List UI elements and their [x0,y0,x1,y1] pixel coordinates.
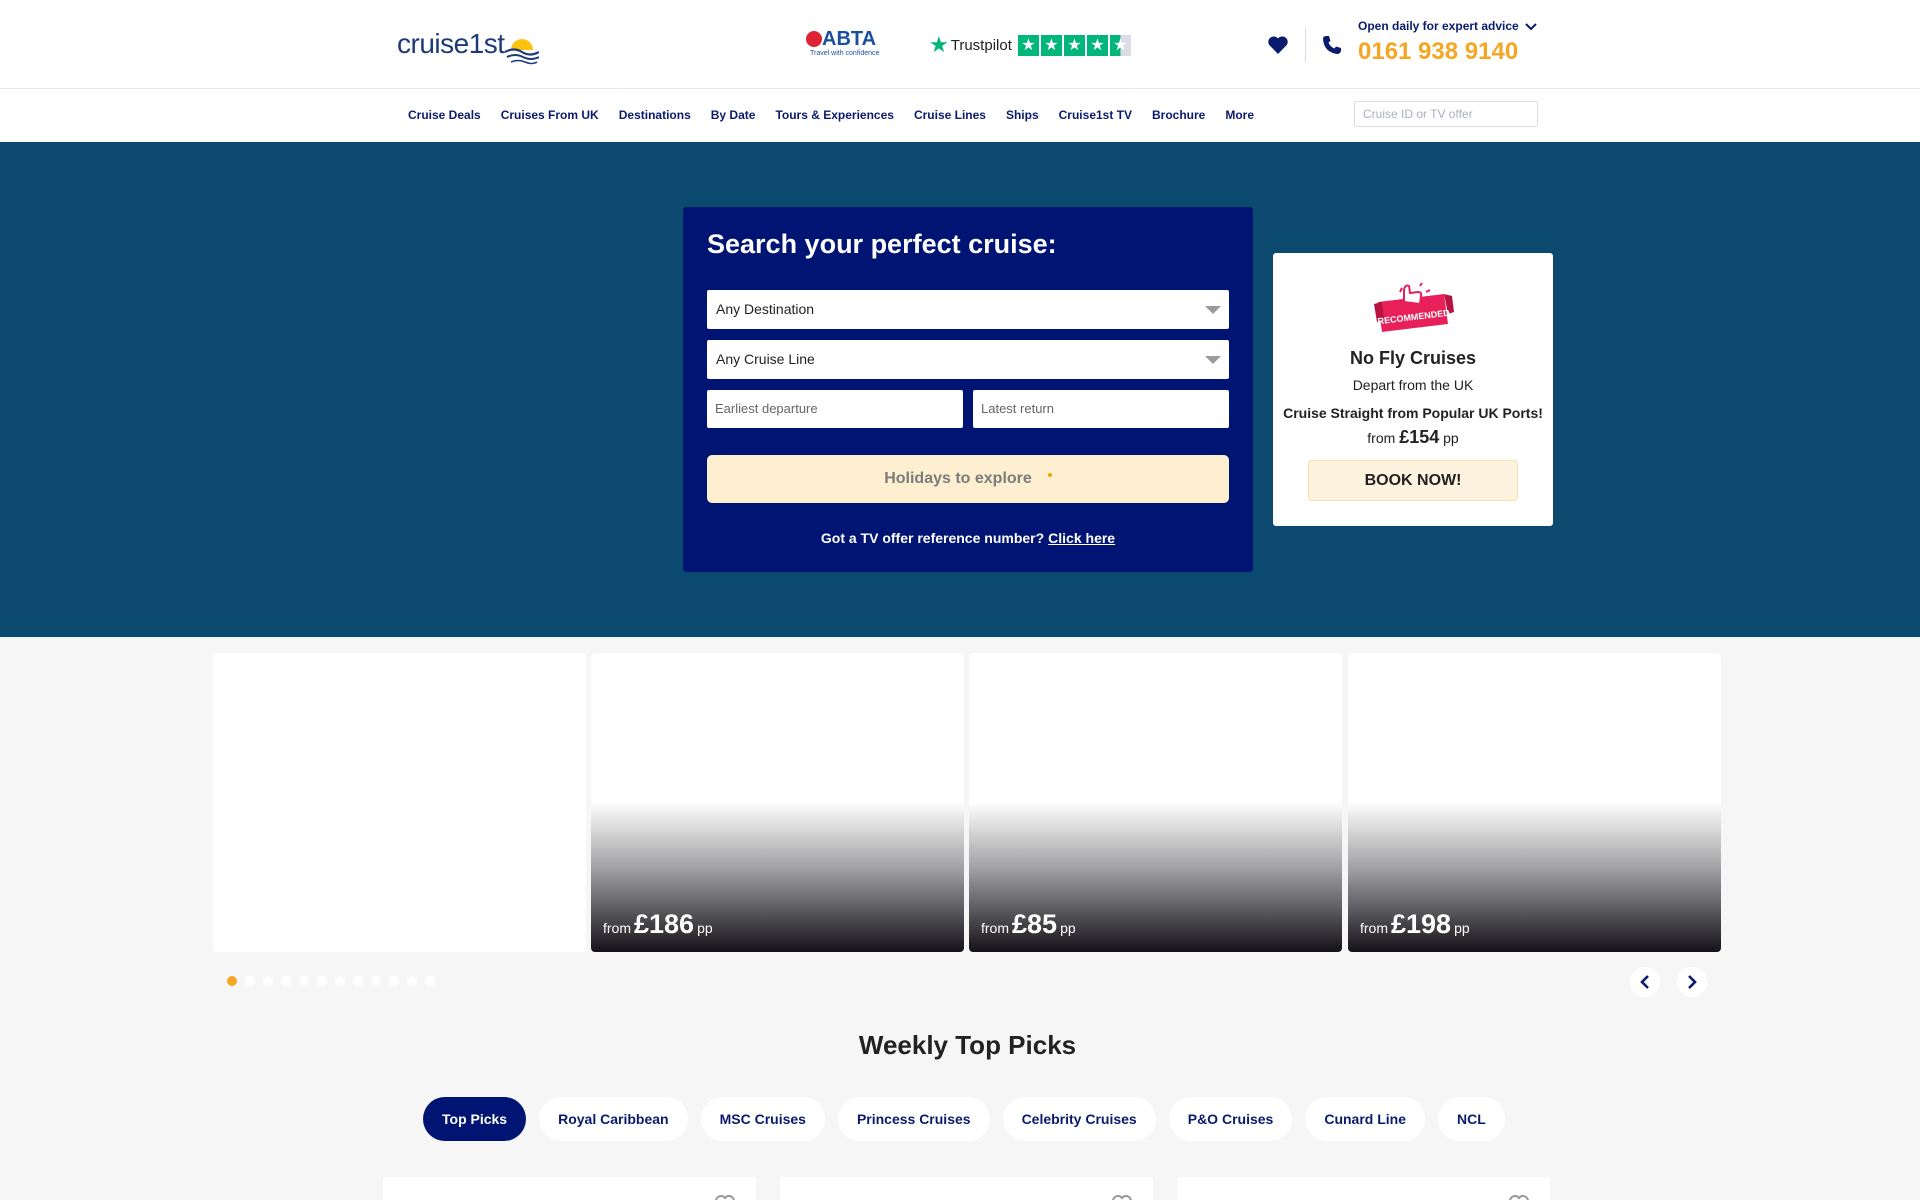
carousel-dot[interactable] [299,976,309,986]
cruise-id-search-input[interactable] [1354,101,1538,127]
sun-waves-icon [505,39,539,65]
nav-item-cruises-from-uk[interactable]: Cruises From UK [501,108,599,122]
star-icon: ★ [1040,34,1062,56]
phone-number[interactable]: 0161 938 9140 [1358,38,1518,66]
weekly-top-picks-title: Weekly Top Picks [858,1030,1077,1060]
deal-price: from £186 pp [603,909,713,939]
carousel-dot[interactable] [425,976,435,986]
star-icon: ★ [1017,34,1039,56]
nav-item-cruise1st-tv[interactable]: Cruise1st TV [1059,108,1132,122]
heart-outline-icon[interactable] [1508,1194,1530,1200]
recommended-badge-icon: RECOMMENDED [1374,282,1454,332]
caret-down-icon [1205,356,1221,364]
nav-item-tours-experiences[interactable]: Tours & Experiences [775,108,894,122]
deal-price: from £198 pp [1360,909,1470,939]
tab-cunard-line[interactable]: Cunard Line [1305,1097,1425,1141]
tab-celebrity-cruises[interactable]: Celebrity Cruises [1002,1097,1156,1141]
expert-advice-toggle[interactable]: Open daily for expert advice [1358,19,1538,33]
top-pick-card[interactable] [780,1177,1153,1200]
tab-top-picks[interactable]: Top Picks [423,1097,527,1141]
chevron-down-icon [1525,23,1537,31]
chevron-right-icon [1688,975,1697,989]
promo-price: from £154 pp [1367,427,1459,447]
nav-item-by-date[interactable]: By Date [711,108,756,122]
nav-item-ships[interactable]: Ships [1006,108,1039,122]
no-fly-promo-card: RECOMMENDED No Fly Cruises Depart from t… [1273,253,1553,526]
abta-logo: ABTA Travel with confidence [806,28,881,62]
top-pick-card[interactable] [383,1177,756,1200]
latest-return-field[interactable]: Latest return [973,390,1229,428]
carousel-dot[interactable] [317,976,327,986]
chevron-left-icon [1640,975,1649,989]
trustpilot-stars: ★ ★ ★ ★ ★ [1017,34,1131,56]
carousel-dot[interactable] [389,976,399,986]
heart-outline-icon[interactable] [714,1194,736,1200]
carousel-dot[interactable] [281,976,291,986]
carousel-prev-button[interactable] [1630,967,1660,997]
book-now-button[interactable]: BOOK NOW! [1308,460,1518,501]
star-icon: ★ [1086,34,1108,56]
main-nav: Cruise Deals Cruises From UK Destination… [0,89,1920,142]
header-divider [1305,28,1306,62]
promo-title: No Fly Cruises [1349,348,1477,368]
tv-offer-link[interactable]: Click here [1048,530,1115,546]
deal-card[interactable] [213,653,586,952]
nav-item-destinations[interactable]: Destinations [619,108,691,122]
half-star-icon: ★ [1109,34,1131,56]
carousel-dots [227,976,435,986]
nav-item-cruise-lines[interactable]: Cruise Lines [914,108,986,122]
cruise1st-logo[interactable]: cruise1st [397,28,542,72]
tab-po-cruises[interactable]: P&O Cruises [1168,1097,1293,1141]
carousel-dot[interactable] [227,976,237,986]
phone-icon[interactable] [1320,33,1344,57]
tv-offer-line: Got a TV offer reference number? Click he… [820,530,1116,546]
deal-price: from £85 pp [981,909,1076,939]
site-header: cruise1st ABTA Travel with confidence ★ … [0,0,1920,89]
tab-princess-cruises[interactable]: Princess Cruises [837,1097,990,1141]
nav-item-brochure[interactable]: Brochure [1152,108,1205,122]
top-pick-card[interactable] [1177,1177,1550,1200]
deal-card[interactable]: from £198 pp [1348,653,1721,952]
deal-card[interactable]: from £85 pp [969,653,1342,952]
nav-menu: Cruise Deals Cruises From UK Destination… [408,108,1274,122]
cruise-line-tabs: Top Picks Royal Caribbean MSC Cruises Pr… [423,1097,1505,1141]
tab-ncl[interactable]: NCL [1438,1097,1505,1141]
carousel-dot[interactable] [263,976,273,986]
nav-item-cruise-deals[interactable]: Cruise Deals [408,108,481,122]
cruise-search-panel: Search your perfect cruise: Any Destinat… [683,207,1253,572]
promo-subtitle: Depart from the UK [1352,377,1474,393]
holidays-to-explore-button[interactable]: Holidays to explore [707,455,1229,503]
tab-msc-cruises[interactable]: MSC Cruises [700,1097,825,1141]
carousel-dot[interactable] [407,976,417,986]
carousel-dot[interactable] [335,976,345,986]
cruise-line-select[interactable]: Any Cruise Line [707,340,1229,379]
trustpilot-star-icon: ★ [929,32,949,57]
promo-strapline: Cruise Straight from Popular UK Ports! [1283,405,1543,421]
caret-down-icon [1205,306,1221,314]
tab-royal-caribbean[interactable]: Royal Caribbean [539,1097,688,1141]
deal-card[interactable]: from £186 pp [591,653,964,952]
heart-favourites-icon[interactable] [1266,33,1290,57]
earliest-departure-field[interactable]: Earliest departure [707,390,963,428]
search-title: Search your perfect cruise: [707,229,1057,259]
loading-spinner-icon [1047,473,1052,477]
destination-select[interactable]: Any Destination [707,290,1229,329]
nav-item-more[interactable]: More [1225,108,1254,122]
star-icon: ★ [1063,34,1085,56]
carousel-next-button[interactable] [1677,967,1707,997]
heart-outline-icon[interactable] [1111,1194,1133,1200]
carousel-dot[interactable] [371,976,381,986]
trustpilot-rating[interactable]: ★ Trustpilot ★ ★ ★ ★ ★ [929,33,1131,57]
carousel-dot[interactable] [245,976,255,986]
carousel-dot[interactable] [353,976,363,986]
globe-icon [806,31,822,47]
